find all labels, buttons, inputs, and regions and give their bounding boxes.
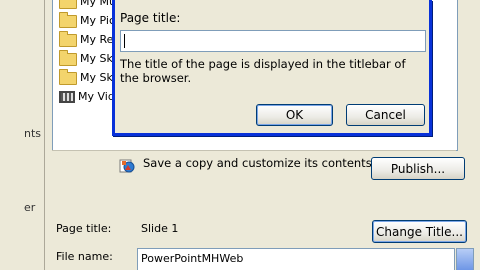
file-name-dropdown-button[interactable] — [456, 248, 474, 270]
list-item[interactable]: My Rec — [59, 30, 119, 49]
file-name-field[interactable]: PowerPointMHWeb — [137, 248, 455, 270]
folder-icon — [59, 68, 77, 85]
page-title-input[interactable] — [120, 30, 426, 52]
list-item[interactable]: My Sky — [59, 68, 119, 87]
change-title-button[interactable]: Change Title... — [372, 220, 467, 243]
folder-icon — [59, 30, 77, 47]
places-item-label[interactable]: er — [24, 201, 35, 214]
text-cursor — [124, 34, 125, 48]
film-folder-icon — [59, 91, 75, 103]
folder-icon — [59, 49, 77, 66]
publish-description: Save a copy and customize its contents — [143, 156, 372, 170]
folder-icon — [59, 0, 77, 9]
cancel-button[interactable]: Cancel — [346, 104, 425, 126]
publish-icon — [119, 159, 135, 173]
publish-button[interactable]: Publish... — [371, 157, 465, 180]
list-item[interactable]: My Pict — [59, 11, 119, 30]
group-divider — [52, 150, 456, 151]
dialog-field-label: Page title: — [120, 11, 181, 25]
places-item-label[interactable]: nts — [24, 127, 41, 140]
dialog-description: The title of the page is displayed in th… — [120, 57, 406, 85]
page-title-value: Slide 1 — [141, 222, 179, 235]
page-title-label: Page title: — [56, 222, 112, 235]
folder-icon — [59, 11, 77, 28]
list-item[interactable]: My Sky — [59, 49, 119, 68]
places-separator — [44, 0, 45, 270]
ok-button[interactable]: OK — [256, 104, 333, 126]
file-name-label: File name: — [56, 250, 113, 263]
